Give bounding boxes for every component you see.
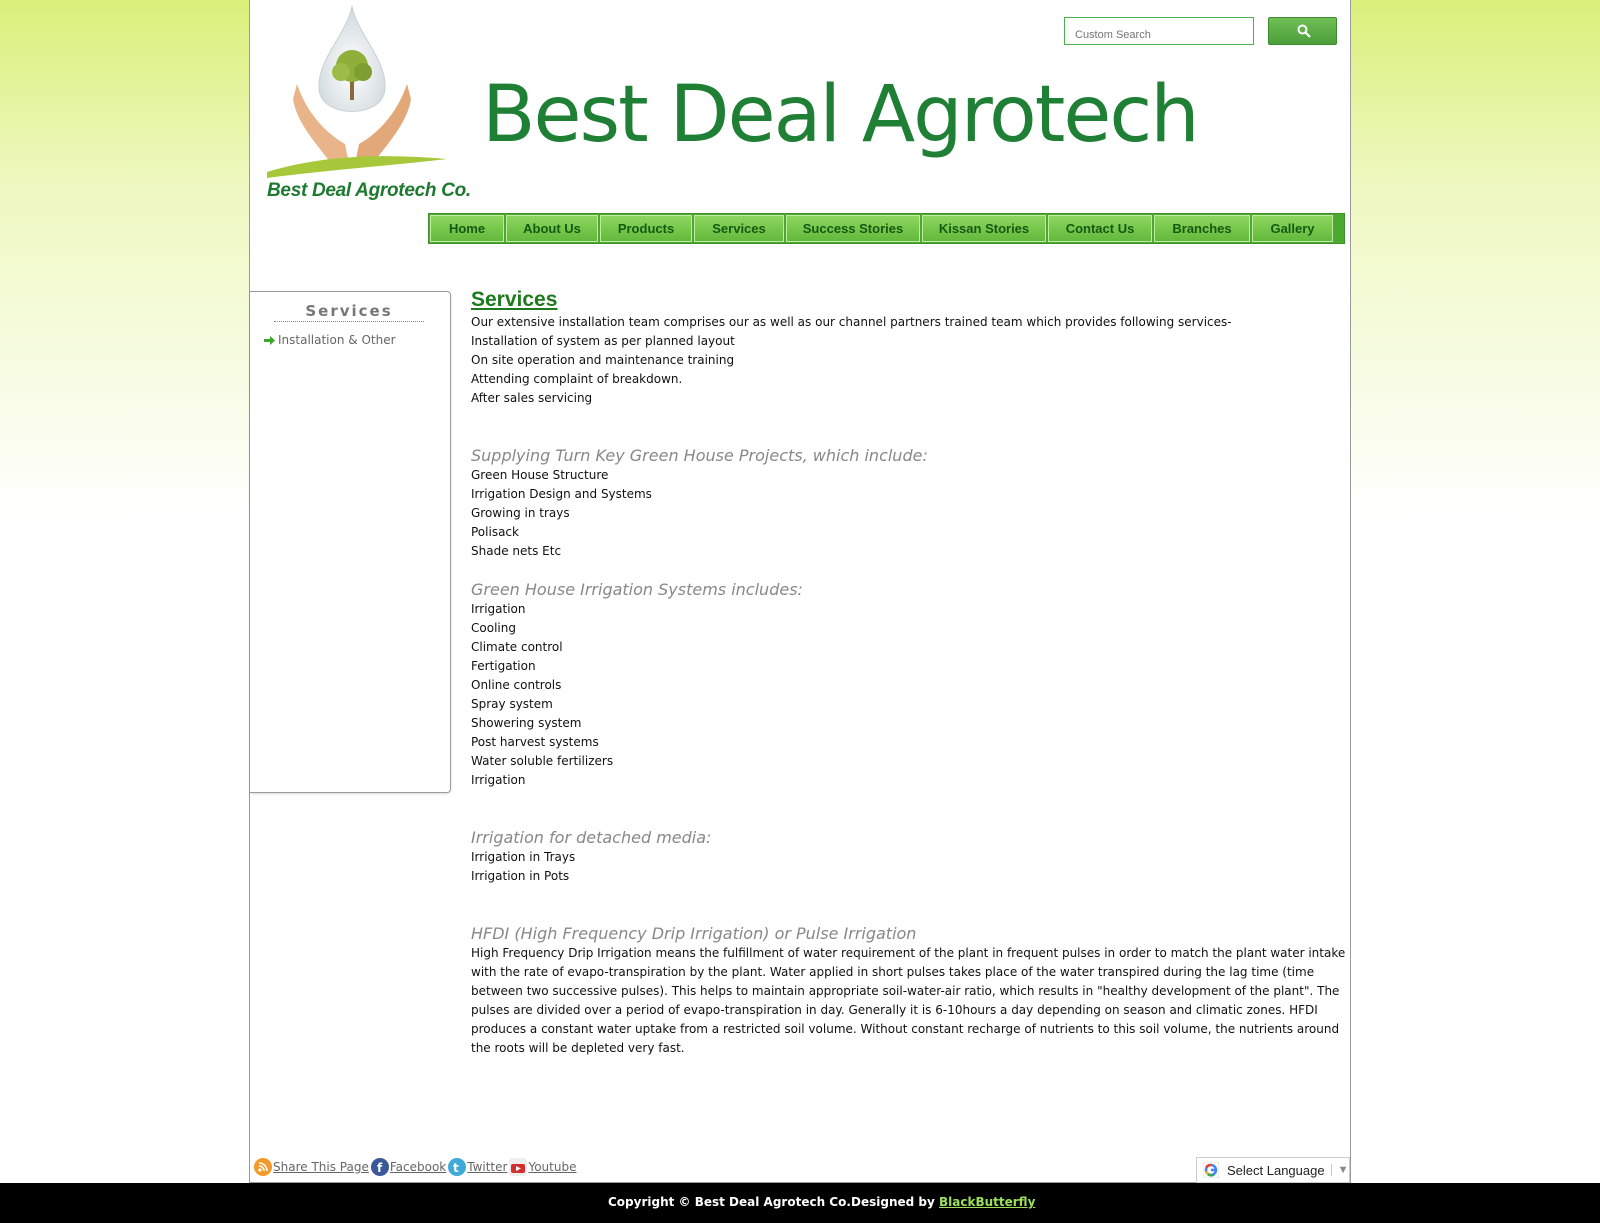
intro-line: Installation of system as per planned la… [471, 334, 735, 348]
search-icon [1297, 24, 1311, 38]
svg-text:f: f [377, 1161, 383, 1175]
twitter-link[interactable]: t Twitter [448, 1158, 507, 1176]
youtube-label: Youtube [528, 1160, 577, 1174]
intro-line: Attending complaint of breakdown. [471, 372, 683, 386]
list-item: Shade nets Etc [471, 544, 562, 558]
list-item: Irrigation in Pots [471, 869, 570, 883]
hfdi-paragraph: High Frequency Drip Irrigation means the… [471, 946, 1346, 1055]
section-heading: HFDI (High Frequency Drip Irrigation) or… [471, 924, 917, 943]
sidebar-title: Services [274, 302, 424, 322]
twitter-icon: t [448, 1158, 467, 1176]
nav-about-us[interactable]: About Us [506, 215, 598, 242]
footer: Copyright © Best Deal Agrotech Co. Desig… [0, 1183, 1600, 1223]
language-select[interactable]: Select Language ▼ [1196, 1157, 1350, 1183]
intro-line: After sales servicing [471, 391, 593, 405]
designer-link[interactable]: BlackButterfly [939, 1195, 1035, 1209]
site-logo[interactable]: Best Deal Agrotech Co. [257, 4, 471, 201]
nav-home[interactable]: Home [430, 215, 504, 242]
copyright-text: Copyright © Best Deal Agrotech Co. [608, 1195, 851, 1209]
nav-kissan-stories[interactable]: Kissan Stories [922, 215, 1046, 242]
page-container: Best Deal Agrotech Co. Best Deal Agrotec… [249, 0, 1351, 1183]
list-item: Water soluble fertilizers [471, 754, 614, 768]
designed-by-label: Designed by [851, 1195, 935, 1209]
main-nav: Home About Us Products Services Success … [428, 213, 1345, 244]
list-item: Showering system [471, 716, 582, 730]
sidebar-item-label: Installation & Other [278, 333, 396, 347]
list-item: Irrigation Design and Systems [471, 487, 652, 501]
arrow-right-icon [264, 335, 275, 345]
logo-hands-icon [267, 5, 447, 178]
search-button[interactable] [1268, 17, 1337, 45]
nav-branches[interactable]: Branches [1154, 215, 1250, 242]
google-translate-icon [1203, 1162, 1219, 1178]
youtube-icon [509, 1158, 528, 1176]
site-title: Best Deal Agrotech [482, 70, 1200, 160]
social-links: Share This Page f Facebook t Twitter You… [254, 1158, 578, 1176]
list-item: Irrigation [471, 773, 526, 787]
list-item: Cooling [471, 621, 516, 635]
sidebar: Services Installation & Other [250, 291, 451, 793]
intro-line: Our extensive installation team comprise… [471, 315, 1232, 329]
rss-icon [254, 1158, 272, 1176]
list-item: Spray system [471, 697, 553, 711]
list-item: Irrigation in Trays [471, 850, 576, 864]
nav-products[interactable]: Products [600, 215, 692, 242]
twitter-label: Twitter [467, 1160, 508, 1174]
list-item: Climate control [471, 640, 563, 654]
youtube-link[interactable]: Youtube [509, 1158, 576, 1176]
list-item: Polisack [471, 525, 519, 539]
section-heading: Irrigation for detached media: [471, 828, 712, 847]
section-heading: Supplying Turn Key Green House Projects,… [471, 446, 928, 465]
nav-services[interactable]: Services [694, 215, 784, 242]
facebook-icon: f [370, 1158, 389, 1176]
search-input[interactable] [1064, 17, 1254, 45]
section-heading: Green House Irrigation Systems includes: [471, 580, 803, 599]
sidebar-item-installation[interactable]: Installation & Other [264, 333, 396, 347]
list-item: Post harvest systems [471, 735, 599, 749]
list-item: Growing in trays [471, 506, 570, 520]
page-title: Services [471, 288, 558, 311]
list-item: Green House Structure [471, 468, 609, 482]
logo-text: Best Deal Agrotech Co. [267, 180, 471, 201]
svg-text:t: t [453, 1161, 459, 1175]
dropdown-arrow-icon: ▼ [1330, 1164, 1348, 1176]
list-item: Irrigation [471, 602, 526, 616]
nav-gallery[interactable]: Gallery [1252, 215, 1333, 242]
nav-success-stories[interactable]: Success Stories [786, 215, 920, 242]
share-link[interactable]: Share This Page [254, 1158, 369, 1176]
language-label: Select Language [1227, 1162, 1325, 1178]
list-item: Fertigation [471, 659, 536, 673]
facebook-link[interactable]: f Facebook [370, 1158, 447, 1176]
designed-by: Designed by BlackButterfly [851, 1195, 1035, 1209]
main-content: Services Our extensive installation team… [471, 287, 1346, 1058]
intro-line: On site operation and maintenance traini… [471, 353, 735, 367]
facebook-label: Facebook [389, 1160, 447, 1174]
list-item: Online controls [471, 678, 562, 692]
share-label: Share This Page [273, 1160, 369, 1174]
nav-contact-us[interactable]: Contact Us [1048, 215, 1152, 242]
